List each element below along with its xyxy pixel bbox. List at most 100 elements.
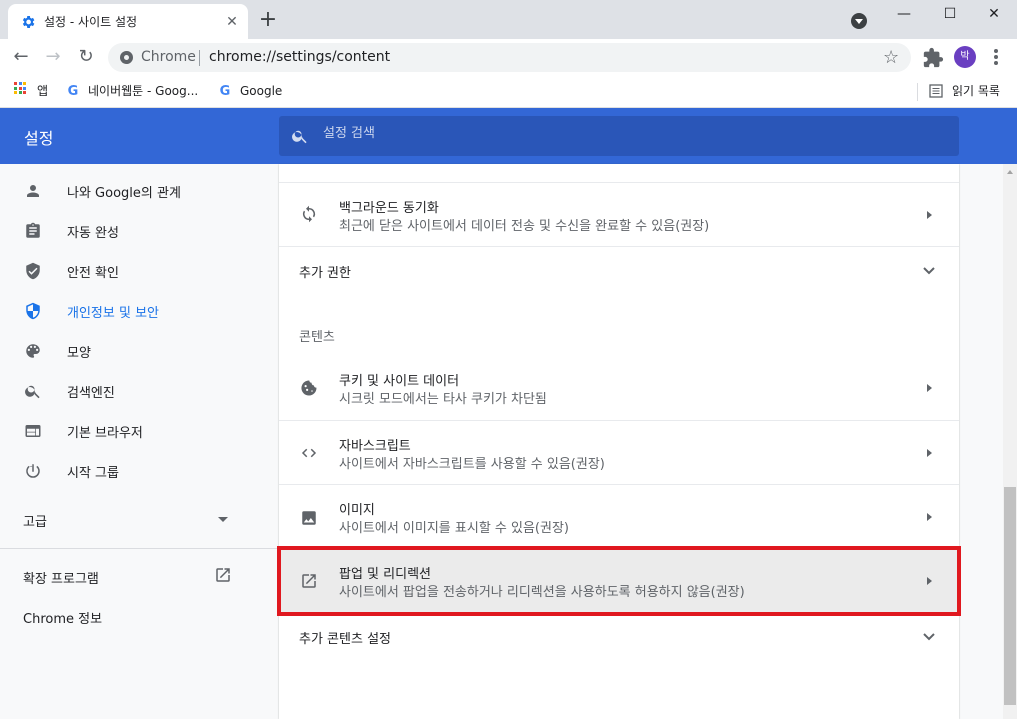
apps-grid-icon — [14, 82, 26, 94]
bookmark-google[interactable]: G Google — [218, 81, 283, 101]
setting-title: 백그라운드 동기화 — [339, 201, 439, 216]
sidebar-item-safety-check[interactable]: 안전 확인 — [0, 252, 260, 290]
cookie-icon — [301, 380, 317, 396]
setting-row-cookies[interactable]: 쿠키 및 사이트 데이터 시크릿 모드에서는 타사 쿠키가 차단됨 — [279, 356, 959, 420]
sidebar-item-label: 모양 — [67, 346, 91, 361]
close-icon[interactable]: ✕ — [224, 14, 240, 30]
reading-list-label: 읽기 목록 — [952, 84, 1000, 98]
maximize-button[interactable]: ☐ — [927, 0, 973, 30]
window-close-button[interactable]: ✕ — [971, 0, 1017, 30]
minimize-button[interactable]: — — [881, 0, 927, 30]
sidebar-item-you-and-google[interactable]: 나와 Google의 관계 — [0, 172, 260, 210]
open-in-new-icon — [302, 574, 316, 588]
setting-description: 시크릿 모드에서는 타사 쿠키가 차단됨 — [339, 392, 547, 407]
search-input[interactable] — [323, 126, 923, 141]
setting-row-images[interactable]: 이미지 사이트에서 이미지를 표시할 수 있음(권장) — [279, 484, 959, 548]
scrollbar-thumb[interactable] — [1004, 487, 1016, 705]
new-tab-button[interactable]: + — [258, 9, 278, 31]
bookmark-apps[interactable]: 앱 — [37, 81, 48, 101]
chevron-down-icon — [923, 633, 935, 641]
bookmark-naver-webtoon[interactable]: G 네이버웹툰 - Goog... — [66, 81, 199, 101]
arrow-right-icon — [927, 449, 932, 457]
sidebar-item-on-startup[interactable]: 시작 그룹 — [0, 452, 260, 490]
setting-description: 사이트에서 이미지를 표시할 수 있음(권장) — [339, 521, 569, 536]
bookmark-star-icon[interactable]: ☆ — [883, 47, 899, 68]
bookmark-label: 네이버웹툰 - Goog... — [88, 84, 199, 98]
setting-row-popups[interactable]: 팝업 및 리디렉션 사이트에서 팝업을 전송하거나 리디렉션을 사용하도록 허용… — [279, 550, 959, 612]
additional-content-settings-row[interactable]: 추가 콘텐츠 설정 — [279, 616, 959, 664]
setting-title: 팝업 및 리디렉션 — [339, 567, 431, 582]
tab-settings[interactable]: 설정 - 사이트 설정 ✕ — [8, 4, 248, 39]
tab-search-icon[interactable] — [851, 13, 867, 29]
page-title: 설정 — [24, 129, 54, 148]
scroll-up-arrow-icon[interactable] — [1007, 170, 1013, 174]
setting-row-javascript[interactable]: 자바스크립트 사이트에서 자바스크립트를 사용할 수 있음(권장) — [279, 420, 959, 484]
reload-icon[interactable]: ↻ — [74, 45, 98, 69]
browser-toolbar: ← → ↻ Chrome chrome://settings/content ☆… — [0, 39, 1017, 76]
sync-icon — [302, 205, 316, 223]
setting-title: 쿠키 및 사이트 데이터 — [339, 374, 460, 389]
code-icon — [301, 448, 317, 458]
sidebar: 나와 Google의 관계 자동 완성 안전 확인 개인정보 및 보안 모양 검… — [0, 164, 279, 719]
sidebar-item-default-browser[interactable]: 기본 브라우저 — [0, 412, 260, 450]
tab-strip: 설정 - 사이트 설정 ✕ + — ☐ ✕ — [0, 0, 1017, 39]
additional-permissions-row[interactable]: 추가 권한 — [279, 246, 959, 294]
bookmarks-bar: 앱 G 네이버웹툰 - Goog... G Google 읽기 목록 — [0, 76, 1017, 108]
sidebar-item-label: 검색엔진 — [67, 386, 115, 401]
setting-title: 추가 권한 — [299, 266, 351, 281]
person-icon — [27, 185, 39, 197]
sidebar-extensions[interactable]: 확장 프로그램 — [23, 568, 99, 587]
sidebar-divider — [0, 548, 279, 549]
address-bar[interactable]: Chrome chrome://settings/content ☆ — [108, 43, 911, 72]
setting-title: 이미지 — [339, 503, 375, 518]
bookmark-label: Google — [240, 84, 283, 98]
google-g-icon: G — [219, 84, 231, 99]
site-settings-card: 백그라운드 동기화 최근에 닫은 사이트에서 데이터 전송 및 수신을 완료할 … — [279, 164, 959, 719]
sidebar-item-label: 안전 확인 — [67, 266, 119, 281]
sidebar-item-label: 나와 Google의 관계 — [67, 186, 181, 201]
sidebar-item-label: 시작 그룹 — [67, 466, 119, 481]
search-icon — [292, 130, 307, 144]
profile-avatar[interactable]: 박 — [954, 46, 976, 68]
sidebar-item-label: 기본 브라우저 — [67, 426, 143, 441]
browser-icon — [25, 425, 41, 437]
setting-description: 사이트에서 팝업을 전송하거나 리디렉션을 사용하도록 허용하지 않음(권장) — [339, 585, 745, 600]
arrow-right-icon — [927, 384, 932, 392]
setting-row-background-sync[interactable]: 백그라운드 동기화 최근에 닫은 사이트에서 데이터 전송 및 수신을 완료할 … — [279, 182, 959, 246]
settings-header: 설정 — [0, 108, 1017, 164]
sidebar-item-search-engine[interactable]: 검색엔진 — [0, 372, 260, 410]
sidebar-advanced[interactable]: 고급 — [23, 511, 47, 530]
chrome-logo-icon — [120, 51, 133, 64]
chevron-down-icon[interactable] — [218, 517, 228, 522]
settings-search-box[interactable] — [279, 116, 959, 156]
section-heading: 콘텐츠 — [299, 330, 335, 345]
extensions-puzzle-icon[interactable] — [922, 47, 944, 69]
more-menu-icon[interactable] — [988, 46, 1004, 68]
clipboard-icon — [26, 222, 40, 238]
sidebar-item-appearance[interactable]: 모양 — [0, 332, 260, 370]
omnibox-separator — [199, 50, 200, 66]
arrow-right-icon — [927, 577, 932, 585]
open-in-new-icon[interactable] — [214, 566, 232, 584]
bookmarks-separator — [917, 83, 918, 101]
setting-title: 추가 콘텐츠 설정 — [299, 632, 391, 647]
reading-list-icon — [929, 84, 943, 98]
sidebar-item-autofill[interactable]: 자동 완성 — [0, 212, 260, 250]
omnibox-url[interactable]: chrome://settings/content — [209, 49, 390, 65]
shield-icon — [26, 302, 40, 320]
forward-arrow-icon[interactable]: → — [41, 45, 65, 69]
sidebar-item-privacy-security[interactable]: 개인정보 및 보안 — [0, 292, 260, 330]
palette-icon — [26, 344, 40, 358]
sidebar-about-chrome[interactable]: Chrome 정보 — [23, 608, 102, 627]
gear-icon — [22, 16, 35, 28]
setting-description: 사이트에서 자바스크립트를 사용할 수 있음(권장) — [339, 457, 605, 472]
arrow-right-icon — [927, 211, 932, 219]
google-g-icon: G — [67, 84, 79, 99]
setting-title: 자바스크립트 — [339, 439, 411, 454]
image-icon — [302, 511, 316, 525]
arrow-right-icon — [927, 513, 932, 521]
setting-description: 최근에 닫은 사이트에서 데이터 전송 및 수신을 완료할 수 있음(권장) — [339, 219, 710, 234]
scrollbar[interactable] — [1003, 164, 1017, 719]
back-arrow-icon[interactable]: ← — [9, 45, 33, 69]
omnibox-scheme: Chrome — [141, 49, 196, 65]
